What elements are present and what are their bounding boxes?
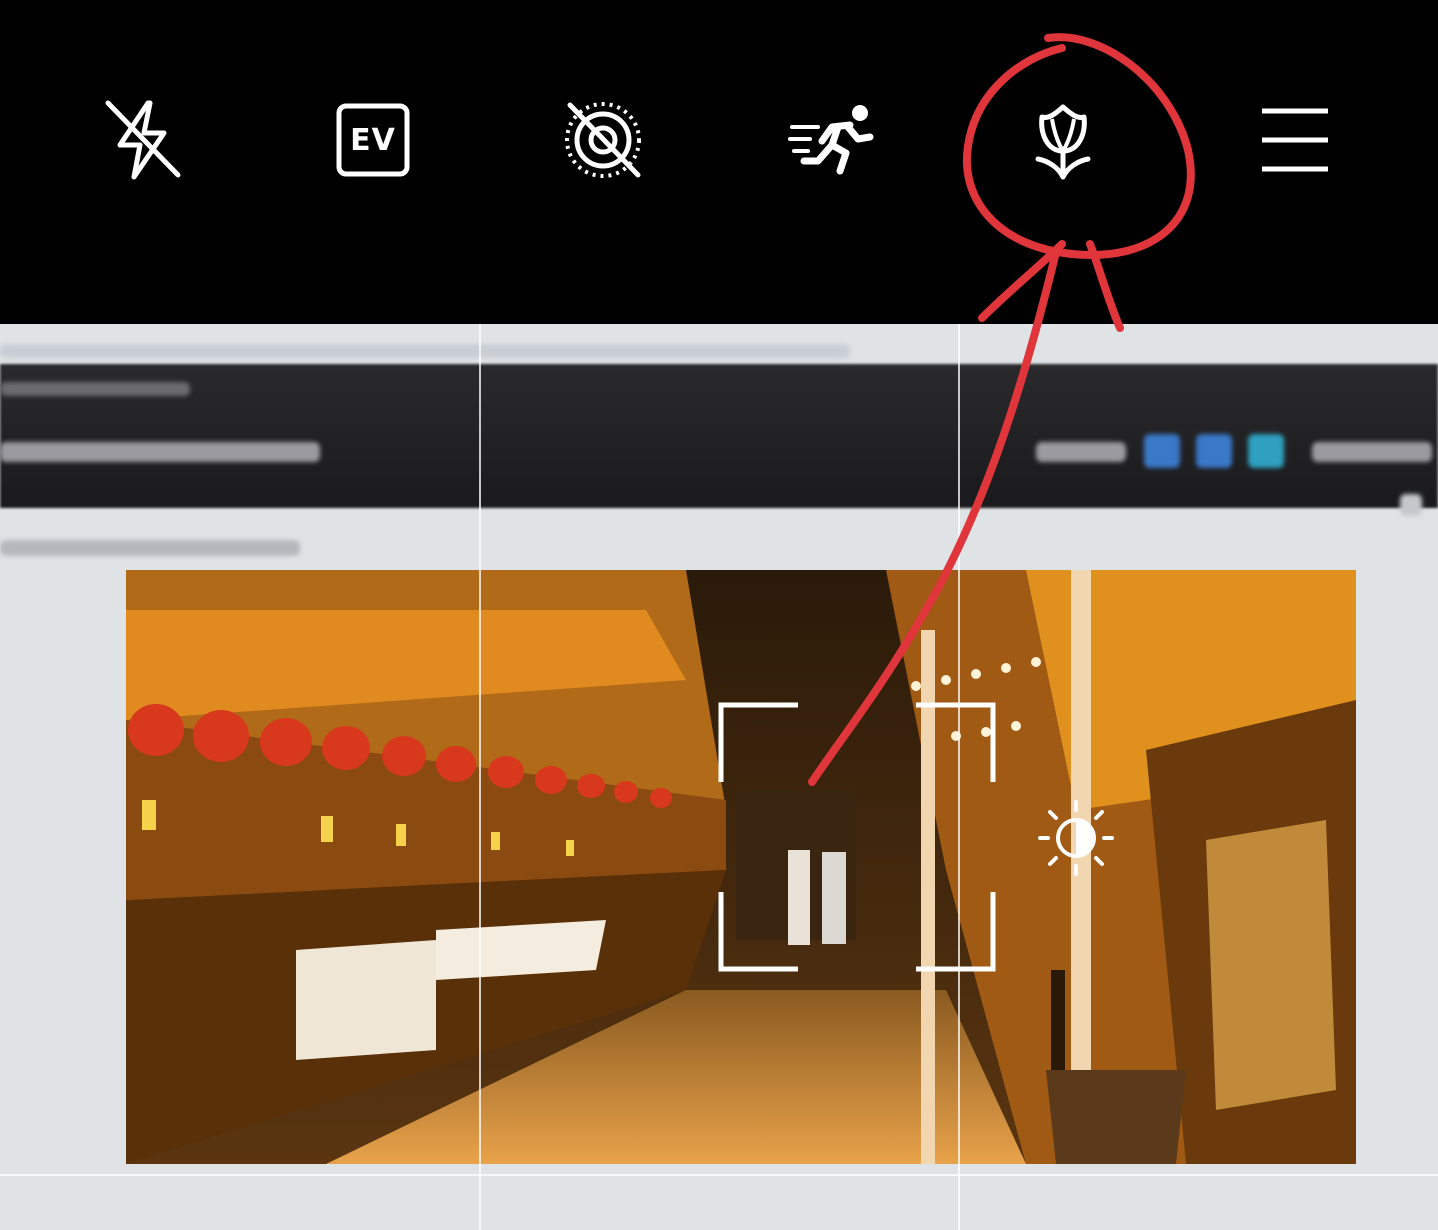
blurred-folder-menu <box>1312 442 1432 462</box>
ev-label: EV <box>350 122 396 158</box>
blurred-view-icon <box>1248 434 1284 468</box>
tulip-flower-icon <box>1035 104 1091 180</box>
camera-viewfinder[interactable] <box>0 324 1438 1230</box>
viewfinder-grid-line <box>0 1174 1438 1176</box>
blurred-window-button <box>1400 494 1422 516</box>
blurred-display-menu <box>1036 442 1126 462</box>
hamburger-menu-icon <box>1262 108 1328 172</box>
motion-running-icon <box>788 105 874 175</box>
blurred-view-icon <box>1144 434 1180 468</box>
live-photo-toggle-button[interactable] <box>558 95 648 185</box>
filter-button[interactable] <box>1018 95 1108 185</box>
blurred-menu-text <box>0 442 320 462</box>
blurred-url-text <box>0 344 850 358</box>
exposure-compensation-button[interactable]: EV <box>328 95 418 185</box>
focus-bracket-indicator[interactable] <box>718 702 996 972</box>
camera-top-toolbar: EV <box>0 0 1438 324</box>
blurred-window-title <box>0 382 190 396</box>
viewfinder-grid-line <box>479 324 481 1230</box>
motion-mode-button[interactable] <box>788 95 878 185</box>
blurred-app-menu <box>0 540 300 556</box>
sun-exposure-icon[interactable] <box>1036 798 1116 878</box>
flash-toggle-button[interactable] <box>98 95 188 185</box>
live-photo-off-icon <box>565 102 641 178</box>
menu-button[interactable] <box>1250 95 1340 185</box>
flash-off-icon <box>105 100 181 180</box>
blurred-view-icon <box>1196 434 1232 468</box>
